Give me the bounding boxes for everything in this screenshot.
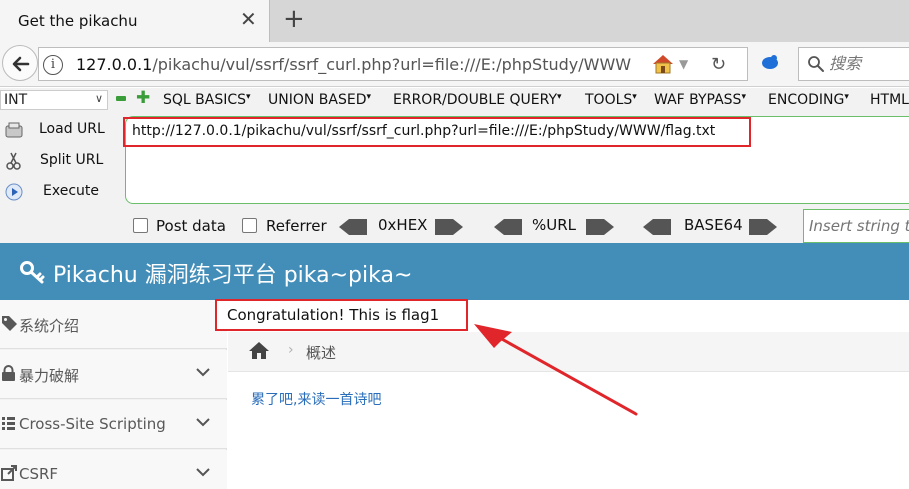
- menu-label: ENCODING: [768, 92, 845, 108]
- referrer-label: Referrer: [266, 217, 327, 235]
- url-textarea-value[interactable]: http://127.0.0.1/pikachu/vul/ssrf/ssrf_c…: [132, 123, 715, 139]
- search-icon: [808, 56, 824, 72]
- new-tab-button[interactable]: +: [283, 6, 305, 32]
- tab-strip: Get the pikachu ✕ +: [0, 0, 909, 42]
- insert-string-box[interactable]: [803, 209, 909, 243]
- minus-icon[interactable]: [116, 96, 126, 101]
- site-title[interactable]: Pikachu 漏洞练习平台 pika~pika~: [53, 257, 412, 289]
- url-encode-label: %URL: [532, 216, 577, 234]
- hackbar-panel: INT ∨ ✚ SQL BASICS▾ UNION BASED▾ ERROR/D…: [0, 88, 909, 243]
- sidebar-item-brute-force[interactable]: 暴力破解: [0, 350, 227, 399]
- close-tab-icon[interactable]: ✕: [240, 9, 257, 29]
- key-icon: [20, 261, 45, 284]
- plus-icon[interactable]: ✚: [136, 90, 150, 107]
- menu-html[interactable]: HTML: [870, 92, 909, 108]
- split-url-button[interactable]: Split URL: [2, 149, 120, 173]
- dropdown-icon[interactable]: ▼: [679, 57, 688, 71]
- base64-decode-arrow-icon[interactable]: [643, 219, 671, 235]
- home-icon[interactable]: [651, 53, 675, 75]
- site-header: Pikachu 漏洞练习平台 pika~pika~: [0, 243, 909, 300]
- execute-label: Execute: [43, 183, 99, 199]
- url-path: /pikachu/vul/ssrf/ssrf_curl.php?url=file…: [152, 55, 632, 74]
- url-host: 127.0.0.1: [76, 55, 153, 74]
- flag-message-box: Congratulation! This is flag1: [215, 299, 468, 331]
- browser-tab[interactable]: Get the pikachu ✕: [0, 0, 270, 42]
- split-url-label: Split URL: [40, 152, 104, 168]
- menu-label: WAF BYPASS: [654, 92, 742, 108]
- hex-decode-arrow-icon[interactable]: [339, 219, 367, 235]
- url-encode-arrow-icon[interactable]: [586, 219, 614, 235]
- chevron-down-icon: ∨: [94, 92, 103, 105]
- base64-encode-arrow-icon[interactable]: [749, 219, 777, 235]
- reload-icon[interactable]: ↻: [711, 54, 726, 75]
- menu-label: TOOLS: [585, 92, 633, 108]
- load-type-select[interactable]: INT ∨: [0, 90, 108, 110]
- load-url-icon: [5, 122, 23, 138]
- hex-label: 0xHEX: [378, 216, 428, 234]
- insert-string-input[interactable]: [809, 217, 909, 235]
- load-url-label: Load URL: [39, 121, 105, 137]
- info-icon[interactable]: i: [43, 55, 63, 75]
- lock-icon: [2, 365, 15, 381]
- breadcrumb-separator-icon: ›: [288, 342, 294, 358]
- sidebar: 系统介绍 暴力破解 Cross-Site Scripting CSRF: [0, 300, 227, 489]
- base64-label: BASE64: [684, 216, 743, 234]
- address-bar[interactable]: i 127.0.0.1/pikachu/vul/ssrf/ssrf_curl.p…: [38, 47, 748, 81]
- hex-encode-arrow-icon[interactable]: [435, 219, 463, 235]
- home-icon[interactable]: [248, 341, 270, 360]
- execute-button[interactable]: Execute: [2, 180, 120, 204]
- referrer-checkbox[interactable]: [242, 218, 257, 233]
- back-arrow-icon: [12, 56, 30, 72]
- sidebar-item-label: CSRF: [19, 465, 59, 483]
- menu-label: UNION BASED: [268, 92, 367, 108]
- sidebar-item-label: Cross-Site Scripting: [19, 415, 166, 433]
- url-highlight-box: http://127.0.0.1/pikachu/vul/ssrf/ssrf_c…: [123, 117, 751, 147]
- menu-error-double-query[interactable]: ERROR/DOUBLE QUERY▾: [393, 92, 562, 108]
- address-text[interactable]: 127.0.0.1/pikachu/vul/ssrf/ssrf_curl.php…: [76, 55, 646, 74]
- sidebar-item-label: 暴力破解: [19, 367, 80, 385]
- post-data-checkbox[interactable]: [133, 218, 148, 233]
- tag-icon: [2, 316, 17, 331]
- extension-icon[interactable]: [760, 54, 780, 70]
- breadcrumb-current: 概述: [306, 344, 337, 362]
- sidebar-item-system-intro[interactable]: 系统介绍: [0, 300, 227, 349]
- poem-link[interactable]: 累了吧,来读一首诗吧: [251, 389, 381, 409]
- list-icon: [2, 417, 15, 430]
- menu-waf-bypass[interactable]: WAF BYPASS▾: [654, 92, 746, 108]
- url-decode-arrow-icon[interactable]: [494, 219, 522, 235]
- navigation-bar: i 127.0.0.1/pikachu/vul/ssrf/ssrf_curl.p…: [0, 42, 909, 87]
- flag-message: Congratulation! This is flag1: [227, 306, 440, 324]
- annotation-arrow-icon: [474, 324, 638, 416]
- hackbar-options: Post data Referrer 0xHEX %URL BASE64: [0, 212, 909, 242]
- play-icon: [5, 183, 23, 201]
- menu-tools[interactable]: TOOLS▾: [585, 92, 637, 108]
- load-url-button[interactable]: Load URL: [2, 118, 120, 142]
- menu-label: HTML: [870, 92, 909, 108]
- menu-sql-basics[interactable]: SQL BASICS▾: [163, 92, 251, 108]
- menu-label: ERROR/DOUBLE QUERY: [393, 92, 558, 108]
- back-button[interactable]: [2, 45, 38, 81]
- chevron-down-icon: [196, 368, 210, 377]
- share-icon: [1, 465, 17, 481]
- sidebar-item-csrf[interactable]: CSRF: [0, 450, 227, 489]
- tab-title: Get the pikachu: [18, 12, 138, 30]
- scissors-icon: [6, 152, 21, 170]
- post-data-label: Post data: [156, 217, 226, 235]
- chevron-down-icon: [196, 468, 210, 477]
- menu-union-based[interactable]: UNION BASED▾: [268, 92, 371, 108]
- chevron-down-icon: [196, 418, 210, 427]
- load-type-value: INT: [4, 92, 28, 108]
- menu-encoding[interactable]: ENCODING▾: [768, 92, 849, 108]
- sidebar-item-xss[interactable]: Cross-Site Scripting: [0, 400, 227, 449]
- sidebar-item-label: 系统介绍: [19, 317, 80, 335]
- search-box[interactable]: [798, 47, 909, 81]
- menu-label: SQL BASICS: [163, 92, 247, 108]
- search-input[interactable]: [829, 54, 909, 73]
